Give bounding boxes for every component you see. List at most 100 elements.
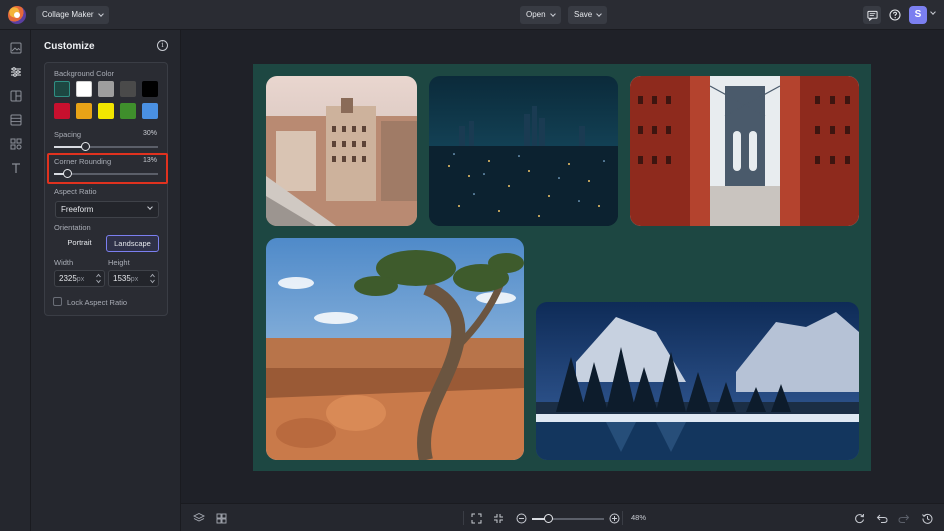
collage-canvas[interactable] bbox=[253, 64, 871, 471]
open-button[interactable]: Open bbox=[520, 6, 561, 24]
info-icon[interactable]: i bbox=[157, 40, 168, 51]
city-night-image bbox=[429, 76, 618, 226]
refresh-icon bbox=[854, 513, 864, 523]
bridge-image bbox=[630, 76, 859, 226]
chevron-down-icon bbox=[97, 10, 104, 17]
panel-title: Customize bbox=[44, 41, 95, 52]
text-tool[interactable] bbox=[9, 161, 22, 174]
aspect-ratio-label: Aspect Ratio bbox=[54, 187, 97, 196]
user-avatar[interactable]: S bbox=[909, 6, 927, 24]
customize-tool[interactable] bbox=[9, 65, 22, 78]
fit-to-screen-button[interactable] bbox=[469, 511, 483, 525]
height-unit: px bbox=[130, 276, 139, 283]
actual-size-button[interactable] bbox=[491, 511, 505, 525]
color-swatch[interactable] bbox=[120, 103, 136, 119]
layout-icon bbox=[10, 90, 21, 101]
expand-icon bbox=[471, 513, 481, 523]
undo-icon bbox=[876, 514, 888, 523]
stepper-icon[interactable] bbox=[96, 273, 101, 284]
history-button[interactable] bbox=[920, 511, 934, 525]
aspect-ratio-select[interactable]: Freeform bbox=[55, 201, 159, 218]
color-swatch[interactable] bbox=[76, 81, 92, 97]
collage-photo-city-night[interactable] bbox=[429, 76, 618, 226]
help-button[interactable] bbox=[886, 6, 904, 24]
redo-icon bbox=[898, 514, 910, 523]
layout-tool[interactable] bbox=[9, 89, 22, 102]
height-label: Height bbox=[108, 258, 130, 267]
chevron-down-icon[interactable] bbox=[930, 9, 936, 15]
color-swatch[interactable] bbox=[54, 81, 70, 97]
spacing-label: Spacing bbox=[54, 130, 82, 139]
open-label: Open bbox=[526, 10, 546, 19]
layers-icon bbox=[193, 512, 205, 522]
chevron-down-icon bbox=[596, 10, 603, 17]
zoom-out-icon bbox=[516, 513, 526, 523]
mountains-image bbox=[536, 302, 859, 460]
image-icon bbox=[10, 42, 21, 53]
height-input[interactable]: 1535px bbox=[108, 270, 159, 287]
width-unit: px bbox=[76, 276, 85, 283]
graphics-tool[interactable] bbox=[9, 137, 22, 150]
color-swatch[interactable] bbox=[142, 103, 158, 119]
portrait-button[interactable]: Portrait bbox=[54, 235, 105, 252]
bottom-toolbar: 48% bbox=[181, 503, 944, 531]
top-bar: Collage Maker Open Save S bbox=[0, 0, 944, 30]
collage-photo-city-rooftops[interactable] bbox=[266, 76, 417, 226]
refresh-button[interactable] bbox=[852, 511, 866, 525]
spacing-slider-thumb[interactable] bbox=[80, 142, 90, 151]
save-button[interactable]: Save bbox=[568, 6, 608, 24]
zoom-out-button[interactable] bbox=[514, 511, 528, 525]
project-label: Collage Maker bbox=[42, 10, 94, 19]
image-tool[interactable] bbox=[9, 41, 22, 54]
landscape-button[interactable]: Landscape bbox=[106, 235, 159, 252]
redo-button[interactable] bbox=[897, 511, 911, 525]
lock-aspect-ratio-checkbox[interactable] bbox=[53, 297, 62, 306]
grid-lines-icon bbox=[10, 114, 21, 125]
shapes-icon bbox=[10, 138, 21, 149]
undo-button[interactable] bbox=[875, 511, 889, 525]
background-color-label: Background Color bbox=[54, 69, 115, 78]
color-swatch[interactable] bbox=[98, 103, 114, 119]
save-label: Save bbox=[574, 10, 593, 19]
customize-card: Background Color Spacing 30% Corner Roun… bbox=[44, 62, 168, 316]
lock-aspect-ratio-label: Lock Aspect Ratio bbox=[67, 298, 128, 307]
comment-icon bbox=[866, 10, 878, 21]
city-rooftops-image bbox=[266, 76, 417, 226]
text-icon bbox=[11, 162, 20, 173]
width-input[interactable]: 2325px bbox=[54, 270, 105, 287]
corner-rounding-highlight bbox=[47, 153, 168, 184]
customize-panel: Customize i Background Color Spacing 30%… bbox=[31, 30, 181, 531]
chevron-down-icon bbox=[147, 204, 153, 210]
color-swatch[interactable] bbox=[142, 81, 158, 97]
spacing-value: 30% bbox=[142, 130, 157, 137]
collage-photo-mountains[interactable] bbox=[536, 302, 859, 460]
stepper-icon[interactable] bbox=[150, 273, 155, 284]
color-swatch[interactable] bbox=[120, 81, 136, 97]
grid-icon bbox=[216, 513, 226, 523]
width-label: Width bbox=[54, 258, 74, 267]
collage-photo-bridge[interactable] bbox=[630, 76, 859, 226]
color-swatch[interactable] bbox=[54, 103, 70, 119]
grid-view-button[interactable] bbox=[214, 511, 228, 525]
divider bbox=[622, 511, 623, 525]
orientation-label: Orientation bbox=[54, 223, 91, 232]
color-swatch[interactable] bbox=[76, 103, 92, 119]
project-menu-button[interactable]: Collage Maker bbox=[36, 6, 109, 24]
tree-canyon-image bbox=[266, 238, 524, 460]
color-swatch[interactable] bbox=[98, 81, 114, 97]
aspect-ratio-value: Freeform bbox=[61, 205, 94, 214]
collage-photo-tree-canyon[interactable] bbox=[266, 238, 524, 460]
divider bbox=[463, 511, 464, 525]
height-value: 1535 bbox=[113, 274, 131, 283]
zoom-value: 48% bbox=[631, 513, 647, 522]
tool-rail bbox=[0, 30, 31, 531]
comments-button[interactable] bbox=[863, 6, 881, 24]
app-logo-icon[interactable] bbox=[8, 6, 26, 24]
zoom-in-icon bbox=[609, 513, 619, 523]
zoom-in-button[interactable] bbox=[607, 511, 621, 525]
chevron-down-icon bbox=[549, 10, 556, 17]
texture-tool[interactable] bbox=[9, 113, 22, 126]
shrink-icon bbox=[493, 513, 503, 523]
layers-button[interactable] bbox=[192, 511, 206, 525]
zoom-slider-thumb[interactable] bbox=[544, 514, 553, 523]
